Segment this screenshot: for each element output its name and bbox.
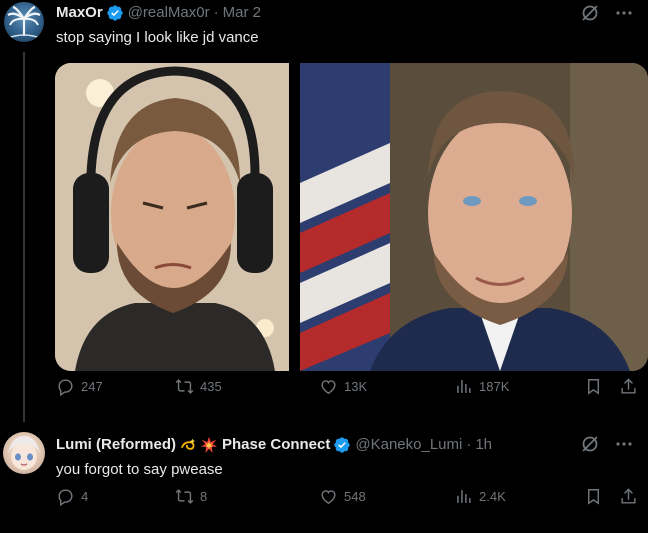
like-icon	[321, 379, 336, 394]
more-icon[interactable]	[614, 3, 634, 23]
tweet-text: stop saying I look like jd vance	[56, 29, 259, 46]
timeline: MaxOr @realMax0r · Mar 2 stop saying I l…	[0, 0, 648, 533]
avatar[interactable]	[3, 432, 45, 474]
reply-button[interactable]: 4	[56, 487, 88, 506]
display-name[interactable]: MaxOr	[56, 3, 103, 23]
retweet-icon	[175, 378, 194, 394]
views-icon	[457, 379, 471, 393]
photo-portrait-with-flag[interactable]	[300, 63, 648, 371]
tweet-header: Lumi (Reformed) Phase Connect @Kaneko_Lu…	[56, 435, 492, 455]
grok-icon[interactable]	[580, 434, 600, 454]
views-button[interactable]: 2.4K	[454, 487, 506, 506]
share-icon	[621, 377, 636, 394]
like-button[interactable]: 548	[319, 487, 366, 506]
views-icon	[457, 489, 471, 503]
palm-tree-avatar-art	[7, 5, 41, 39]
verified-badge-icon	[107, 5, 123, 21]
separator-dot: ·	[213, 4, 219, 21]
more-icon[interactable]	[614, 434, 634, 454]
bookmark-button[interactable]	[584, 377, 603, 396]
tweet-media[interactable]	[55, 63, 648, 371]
repost-button[interactable]: 8	[175, 487, 207, 506]
display-name-suffix[interactable]: Phase Connect	[222, 435, 330, 455]
like-count: 548	[344, 488, 366, 504]
repost-button[interactable]: 435	[175, 377, 222, 396]
separator-dot: ·	[466, 436, 472, 453]
reply-button[interactable]: 247	[56, 377, 103, 396]
timestamp[interactable]: 1h	[475, 435, 492, 455]
views-button[interactable]: 187K	[454, 377, 509, 396]
reply-icon	[58, 488, 73, 506]
reply-icon	[58, 378, 73, 396]
grok-icon[interactable]	[580, 3, 600, 23]
anime-avatar-art	[8, 436, 40, 470]
thread-connector-line	[23, 52, 25, 422]
verified-badge-icon	[334, 437, 351, 453]
view-count: 2.4K	[479, 488, 506, 504]
dizzy-emoji-icon	[180, 438, 196, 450]
repost-count: 435	[200, 378, 222, 394]
bookmark-icon	[588, 378, 599, 395]
like-button[interactable]: 13K	[319, 377, 367, 396]
timestamp[interactable]: Mar 2	[223, 3, 261, 23]
retweet-icon	[175, 488, 194, 504]
reply-count: 247	[81, 378, 103, 394]
bookmark-icon	[588, 488, 599, 505]
like-icon	[321, 489, 336, 504]
view-count: 187K	[479, 378, 510, 394]
tweet-top-actions	[580, 3, 634, 23]
tweet-header: MaxOr @realMax0r · Mar 2	[56, 3, 261, 23]
handle[interactable]: @Kaneko_Lumi	[355, 435, 462, 455]
collision-emoji-icon	[200, 436, 218, 454]
reply-count: 4	[81, 488, 89, 504]
bookmark-button[interactable]	[584, 487, 603, 506]
tweet-top-actions	[580, 434, 634, 454]
share-icon	[621, 487, 636, 504]
share-button[interactable]	[619, 487, 638, 506]
repost-count: 8	[200, 488, 208, 504]
handle[interactable]: @realMax0r	[128, 3, 210, 23]
display-name[interactable]: Lumi (Reformed)	[56, 435, 176, 455]
like-count: 13K	[344, 378, 368, 394]
photo-man-with-headphones[interactable]	[55, 63, 289, 371]
tweet-text: you forgot to say pwease	[56, 461, 223, 478]
share-button[interactable]	[619, 377, 638, 396]
avatar[interactable]	[4, 2, 44, 42]
